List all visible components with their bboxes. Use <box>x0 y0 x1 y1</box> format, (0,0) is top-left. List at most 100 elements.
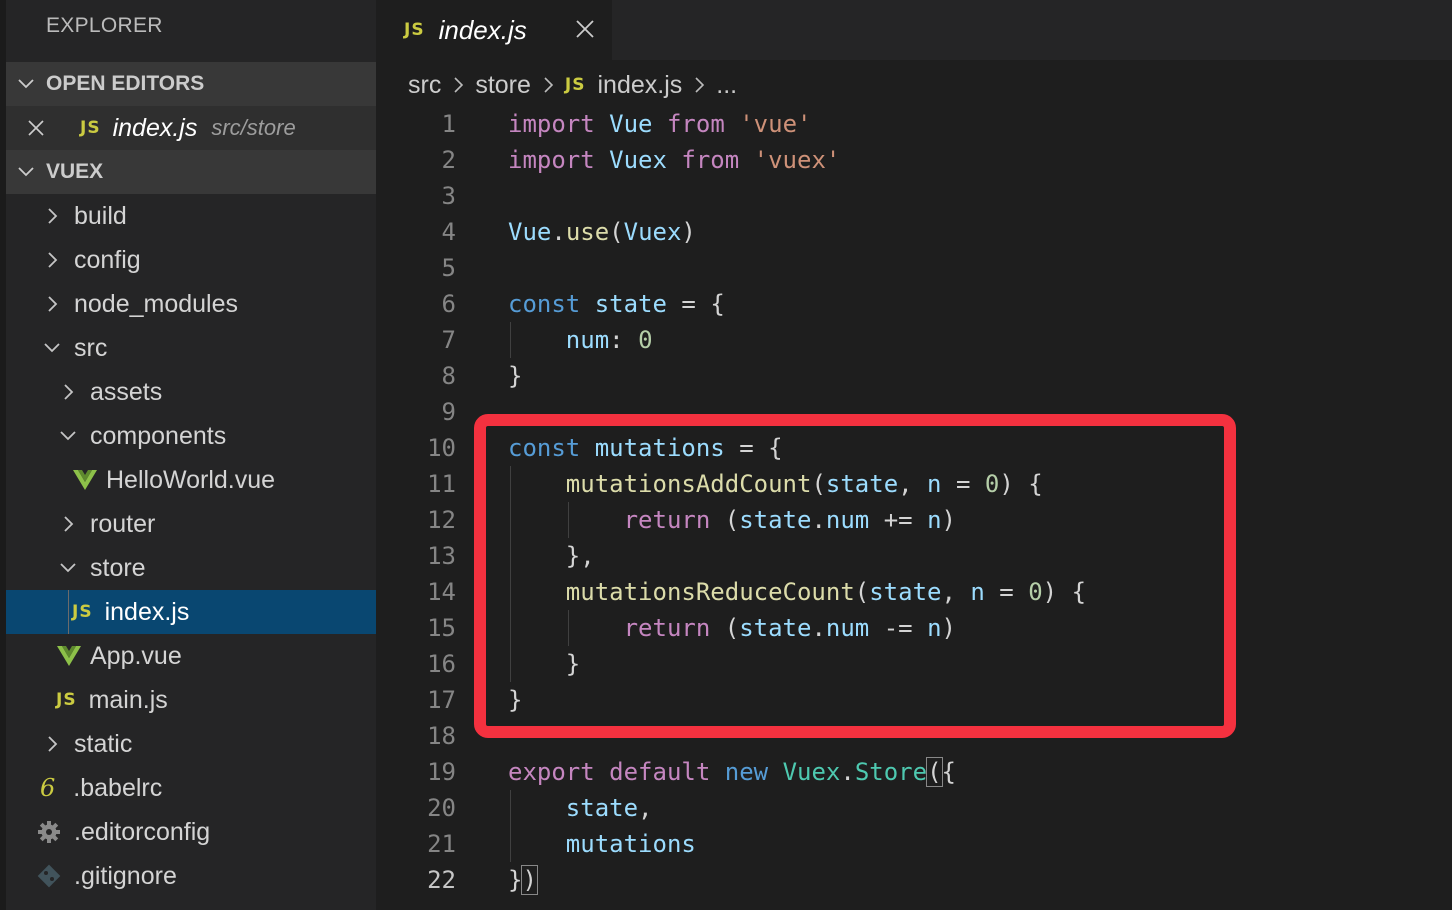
chevron-right-icon <box>692 74 706 96</box>
tree-item-label: HelloWorld.vue <box>106 465 276 494</box>
git-icon <box>36 863 62 889</box>
tree-file-index-js[interactable]: JS index.js <box>6 590 376 634</box>
js-file-icon: JS <box>56 690 77 710</box>
code-line[interactable]: 22}) <box>400 862 1452 898</box>
code-line[interactable]: 3 <box>400 178 1452 214</box>
tree-file-main-js[interactable]: JS main.js <box>6 678 376 722</box>
line-number: 20 <box>427 794 456 822</box>
tree-item-label: router <box>90 509 156 538</box>
line-number: 8 <box>441 362 456 390</box>
chevron-down-icon <box>6 162 46 182</box>
js-file-icon: JS <box>404 20 425 40</box>
breadcrumb: src store JS index.js ... <box>408 64 737 106</box>
tree-folder-static[interactable]: static <box>6 722 376 766</box>
line-number: 9 <box>441 398 456 426</box>
tab-index-js[interactable]: JS index.js <box>376 0 612 60</box>
code-line[interactable]: 6 const state = { <box>400 286 1452 322</box>
tree-folder-config[interactable]: config <box>6 238 376 282</box>
code-line[interactable]: 13 }, <box>400 538 1452 574</box>
code-line[interactable]: 4 Vue.use(Vuex) <box>400 214 1452 250</box>
line-number: 19 <box>427 758 456 786</box>
open-editors-header[interactable]: OPEN EDITORS <box>6 62 376 106</box>
tree-file-app-vue[interactable]: App.vue <box>6 634 376 678</box>
tree-item-label: .babelrc <box>73 773 163 802</box>
close-icon[interactable] <box>574 18 596 45</box>
code-line[interactable]: 17} <box>400 682 1452 718</box>
tree-item-label: config <box>74 245 141 274</box>
project-vuex-header[interactable]: VUEX <box>6 150 376 194</box>
code-line[interactable]: 1 import Vue from 'vue' <box>400 106 1452 142</box>
open-editor-filename: index.js <box>112 113 198 142</box>
code-line[interactable]: 9 <box>400 394 1452 430</box>
code-line[interactable]: 2 import Vuex from 'vuex' <box>400 142 1452 178</box>
tree-file-editorconfig[interactable]: .editorconfig <box>6 810 376 854</box>
open-editor-item[interactable]: JS index.js src/store <box>6 106 376 150</box>
tab-title: index.js <box>438 14 527 45</box>
code-text: mutations <box>565 830 696 858</box>
chevron-right-icon <box>40 250 64 270</box>
tree-file-helloworld-vue[interactable]: HelloWorld.vue <box>6 458 376 502</box>
tree-folder-node-modules[interactable]: node_modules <box>6 282 376 326</box>
code-line[interactable]: 21 mutations <box>400 826 1452 862</box>
tree-folder-assets[interactable]: assets <box>6 370 376 414</box>
chevron-right-icon <box>40 734 64 754</box>
line-number: 3 <box>441 182 456 210</box>
gear-icon <box>36 819 62 845</box>
chevron-right-icon <box>40 206 64 226</box>
code-line[interactable]: 15 return (state.num -= n) <box>400 610 1452 646</box>
chevron-right-icon <box>541 74 555 96</box>
explorer-title: EXPLORER <box>46 14 163 37</box>
tree-folder-build[interactable]: build <box>6 194 376 238</box>
tree-item-label: node_modules <box>74 289 239 318</box>
line-number: 21 <box>427 830 456 858</box>
code-editor[interactable]: 1 import Vue from 'vue' 2 import Vuex from … <box>400 106 1452 898</box>
code-text: num: 0 <box>565 326 653 354</box>
tree-file-babelrc[interactable]: 6 .babelrc <box>6 766 376 810</box>
chevron-down-icon <box>56 426 80 446</box>
tree-item-label: index.js <box>104 597 190 626</box>
code-line[interactable]: 10 const mutations = { <box>400 430 1452 466</box>
tree-folder-components[interactable]: components <box>6 414 376 458</box>
line-number: 18 <box>427 722 456 750</box>
chevron-right-icon <box>56 514 80 534</box>
line-number: 4 <box>441 218 456 246</box>
vue-icon <box>56 645 82 667</box>
breadcrumb-file[interactable]: index.js <box>598 71 683 100</box>
project-label: VUEX <box>46 160 104 183</box>
tree-folder-router[interactable]: router <box>6 502 376 546</box>
open-editor-path: src/store <box>211 115 296 140</box>
tree-item-label: .gitignore <box>74 861 177 890</box>
tree-folder-store[interactable]: store <box>6 546 376 590</box>
code-line[interactable]: 14 mutationsReduceCount(state, n = 0) { <box>400 574 1452 610</box>
code-line[interactable]: 8} <box>400 358 1452 394</box>
line-number: 5 <box>441 254 456 282</box>
code-line[interactable]: 7 num: 0 <box>400 322 1452 358</box>
code-line[interactable]: 18 <box>400 718 1452 754</box>
line-number: 17 <box>427 686 456 714</box>
code-line[interactable]: 5 <box>400 250 1452 286</box>
tree-item-label: components <box>90 421 227 450</box>
tree-item-label: assets <box>90 377 163 406</box>
breadcrumb-store[interactable]: store <box>475 71 531 100</box>
code-line[interactable]: 20 state, <box>400 790 1452 826</box>
tree-folder-src[interactable]: src <box>6 326 376 370</box>
breadcrumb-src[interactable]: src <box>408 71 441 100</box>
code-line[interactable]: 11 mutationsAddCount(state, n = 0) { <box>400 466 1452 502</box>
code-text: import Vuex from 'vuex' <box>508 146 841 174</box>
tree-file-gitignore[interactable]: .gitignore <box>6 854 376 898</box>
code-text: } <box>508 362 523 390</box>
tree-item-label: .editorconfig <box>74 817 211 846</box>
close-icon[interactable] <box>14 119 58 137</box>
code-line[interactable]: 19 export default new Vuex.Store({ <box>400 754 1452 790</box>
line-number: 22 <box>427 866 456 894</box>
editor-tab-bar: JS index.js <box>376 0 1452 60</box>
code-text: return (state.num += n) <box>623 506 956 534</box>
code-line[interactable]: 16 } <box>400 646 1452 682</box>
breadcrumb-more[interactable]: ... <box>716 71 737 100</box>
code-text: }, <box>565 542 595 570</box>
code-text: const state = { <box>508 290 725 318</box>
code-line[interactable]: 12 return (state.num += n) <box>400 502 1452 538</box>
tree-item-label: App.vue <box>90 641 182 670</box>
line-number: 16 <box>427 650 456 678</box>
code-text: }) <box>508 865 538 895</box>
